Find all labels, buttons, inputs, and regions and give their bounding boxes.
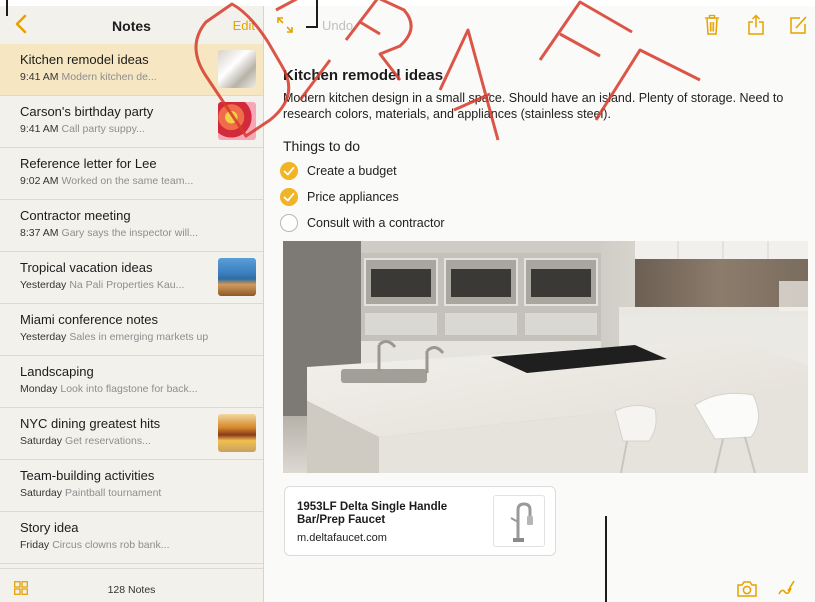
note-thumbnail bbox=[218, 50, 256, 88]
note-item-time: 9:41 AM bbox=[20, 123, 59, 135]
note-item-time: Yesterday bbox=[20, 331, 67, 343]
note-item-time: Friday bbox=[20, 539, 50, 551]
note-item-title: Reference letter for Lee bbox=[20, 156, 157, 171]
note-item-subtitle: 9:02 AM Worked on the same team... bbox=[20, 175, 253, 187]
notes-count: 128 Notes bbox=[107, 584, 156, 596]
checklist-label: Create a budget bbox=[307, 164, 397, 178]
note-item-preview: Sales in emerging markets up bbox=[69, 331, 209, 343]
note-item-preview: Worked on the same team... bbox=[61, 175, 194, 187]
link-preview-card[interactable]: 1953LF Delta Single Handle Bar/Prep Fauc… bbox=[284, 486, 556, 556]
share-icon[interactable] bbox=[746, 14, 766, 36]
checked-circle-icon[interactable] bbox=[280, 188, 298, 206]
note-list-item[interactable]: Carson's birthday party 9:41 AM Call part… bbox=[0, 96, 263, 148]
trash-icon[interactable] bbox=[702, 14, 722, 36]
note-item-title: Miami conference notes bbox=[20, 312, 159, 327]
note-item-preview: Get reservations... bbox=[65, 435, 151, 447]
faucet-thumbnail bbox=[493, 495, 545, 547]
sidebar-footer: 128 Notes bbox=[0, 568, 263, 602]
camera-icon[interactable] bbox=[736, 580, 758, 598]
note-thumbnail bbox=[218, 414, 256, 452]
note-item-time: Saturday bbox=[20, 487, 63, 499]
note-list-item[interactable]: Team-building activities Saturday Paintba… bbox=[0, 460, 263, 512]
note-list-item[interactable]: Miami conference notes Yesterday Sales in… bbox=[0, 304, 263, 356]
callout-line bbox=[605, 516, 607, 602]
note-item-time: 9:41 AM bbox=[20, 71, 59, 83]
note-item-time: 9:02 AM bbox=[20, 175, 59, 187]
callout-line bbox=[6, 0, 8, 16]
link-url: m.deltafaucet.com bbox=[297, 532, 387, 544]
note-item-preview: Gary says the inspector will... bbox=[61, 227, 199, 239]
note-item-preview: Circus clowns rob bank... bbox=[52, 539, 170, 551]
note-list-item[interactable]: Contractor meeting 8:37 AM Gary says the … bbox=[0, 200, 263, 252]
note-item-subtitle: Monday Look into flagstone for back... bbox=[20, 383, 253, 395]
note-list-item[interactable]: Story idea Friday Circus clowns rob bank.… bbox=[0, 512, 263, 564]
note-title[interactable]: Kitchen remodel ideas bbox=[283, 67, 443, 84]
note-item-title: Team-building activities bbox=[20, 468, 155, 483]
note-item-title: Landscaping bbox=[20, 364, 94, 379]
note-body[interactable]: Modern kitchen design in a small space. … bbox=[283, 90, 798, 122]
note-item-time: 8:37 AM bbox=[20, 227, 59, 239]
note-item-title: Contractor meeting bbox=[20, 208, 131, 223]
detail-toolbar: Undo bbox=[264, 6, 815, 44]
expand-icon[interactable] bbox=[276, 16, 294, 34]
note-item-time: Saturday bbox=[20, 435, 63, 447]
sidebar-header: Notes Edit bbox=[0, 6, 263, 44]
compose-icon[interactable] bbox=[788, 14, 808, 36]
note-item-title: Story idea bbox=[20, 520, 79, 535]
note-item-preview: Modern kitchen de... bbox=[61, 71, 157, 83]
unchecked-circle-icon[interactable] bbox=[280, 214, 298, 232]
note-list-item[interactable]: Reference letter for Lee 9:02 AM Worked o… bbox=[0, 148, 263, 200]
checklist-label: Price appliances bbox=[307, 190, 399, 204]
note-item-time: Monday bbox=[20, 383, 58, 395]
note-list-item[interactable]: NYC dining greatest hits Saturday Get res… bbox=[0, 408, 263, 460]
note-list-item[interactable]: Kitchen remodel ideas 9:41 AM Modern kitc… bbox=[0, 44, 263, 96]
sidebar-title: Notes bbox=[112, 18, 151, 34]
note-list-item[interactable]: Tropical vacation ideas Yesterday Na Pali… bbox=[0, 252, 263, 304]
note-list: Kitchen remodel ideas 9:41 AM Modern kitc… bbox=[0, 44, 263, 564]
note-item-preview: Paintball tournament bbox=[65, 487, 162, 499]
checklist-label: Consult with a contractor bbox=[307, 216, 445, 230]
note-list-item[interactable]: Landscaping Monday Look into flagstone fo… bbox=[0, 356, 263, 408]
note-item-subtitle: Saturday Paintball tournament bbox=[20, 487, 253, 499]
checked-circle-icon[interactable] bbox=[280, 162, 298, 180]
callout-line bbox=[306, 26, 318, 28]
note-detail: Undo Kitchen remodel ideas Modern kitche… bbox=[264, 6, 815, 602]
callout-line bbox=[316, 0, 318, 28]
notes-sidebar: Notes Edit Kitchen remodel ideas 9:41 AM… bbox=[0, 6, 264, 602]
note-thumbnail bbox=[218, 258, 256, 296]
checklist-heading[interactable]: Things to do bbox=[283, 138, 360, 154]
note-item-subtitle: Friday Circus clowns rob bank... bbox=[20, 539, 253, 551]
note-thumbnail bbox=[218, 102, 256, 140]
link-title: 1953LF Delta Single Handle Bar/Prep Fauc… bbox=[297, 501, 448, 526]
edit-button[interactable]: Edit bbox=[233, 18, 255, 33]
notes-app: Notes Edit Kitchen remodel ideas 9:41 AM… bbox=[0, 0, 815, 602]
kitchen-photo[interactable] bbox=[283, 241, 808, 473]
note-item-preview: Call party suppy... bbox=[61, 123, 145, 135]
note-item-preview: Look into flagstone for back... bbox=[60, 383, 198, 395]
sketch-icon[interactable] bbox=[776, 578, 796, 598]
note-item-time: Yesterday bbox=[20, 279, 67, 291]
undo-button[interactable]: Undo bbox=[322, 18, 353, 33]
note-item-subtitle: 8:37 AM Gary says the inspector will... bbox=[20, 227, 253, 239]
note-item-subtitle: Yesterday Sales in emerging markets up bbox=[20, 331, 253, 343]
note-item-preview: Na Pali Properties Kau... bbox=[69, 279, 185, 291]
